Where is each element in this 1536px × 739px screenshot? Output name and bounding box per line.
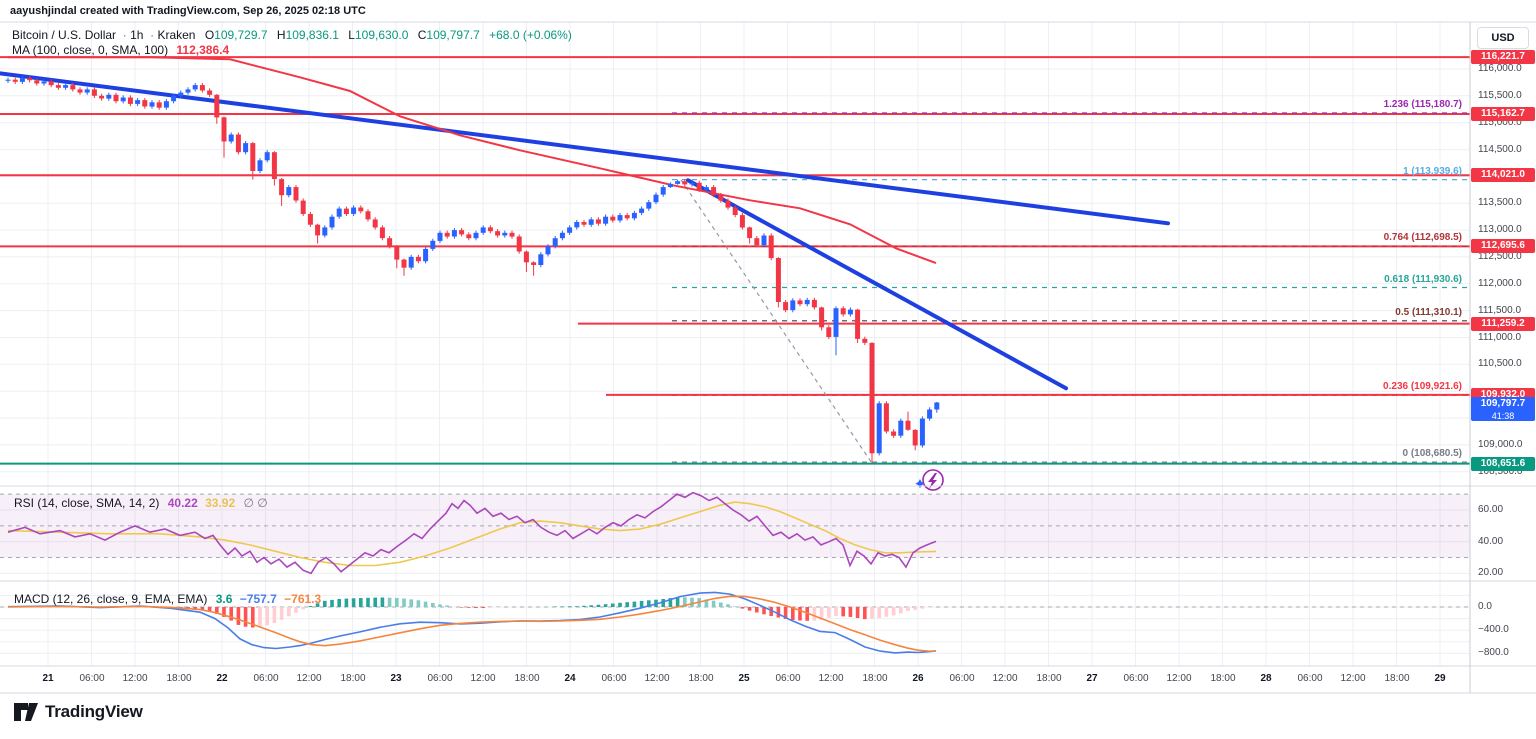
rsi-legend[interactable]: RSI (14, close, SMA, 14, 2) 40.22 33.92 … <box>14 496 268 510</box>
time-axis-day: 23 <box>390 673 402 684</box>
price-badge: 116,221.7 <box>1471 50 1535 64</box>
time-axis-label: 12:00 <box>470 673 496 684</box>
time-axis-label: 12:00 <box>122 673 148 684</box>
fib-label: 1.236 (115,180.7) <box>1383 99 1462 110</box>
time-axis-label: 06:00 <box>1123 673 1149 684</box>
price-axis-tick: 113,500.0 <box>1478 197 1522 208</box>
time-axis-day: 21 <box>42 673 54 684</box>
price-badge: 114,021.0 <box>1471 168 1535 182</box>
time-axis-label: 12:00 <box>992 673 1018 684</box>
tradingview-logo[interactable]: TradingView <box>14 701 143 723</box>
rsi-ma-value: 33.92 <box>205 496 236 510</box>
fib-label: 0.236 (109,921.6) <box>1383 381 1462 392</box>
price-axis-tick: 111,500.0 <box>1478 305 1522 316</box>
time-axis-label: 12:00 <box>644 673 670 684</box>
price-badge: 112,695.6 <box>1471 239 1535 253</box>
tradingview-chart-page: { "watermark": "aayushjindal created wit… <box>0 0 1536 739</box>
high-value: 109,836.1 <box>285 28 339 42</box>
time-axis-label: 06:00 <box>1297 673 1323 684</box>
time-axis-label: 18:00 <box>514 673 540 684</box>
price-badge: 109,797.7 41:38 <box>1471 397 1535 421</box>
low-value: 109,630.0 <box>354 28 409 42</box>
rsi-axis-tick: 40.00 <box>1478 536 1504 547</box>
time-axis-label: 18:00 <box>862 673 888 684</box>
time-axis-label: 18:00 <box>688 673 714 684</box>
macd-axis-tick: −400.0 <box>1478 624 1509 635</box>
macd-axis-tick: −800.0 <box>1478 647 1509 658</box>
time-axis-label: 18:00 <box>166 673 192 684</box>
tradingview-logo-text: TradingView <box>45 702 143 721</box>
rsi-axis-tick: 20.00 <box>1478 567 1504 578</box>
price-axis-tick: 115,500.0 <box>1478 90 1522 101</box>
fib-label: 0 (108,680.5) <box>1402 448 1463 459</box>
price-axis-tick: 116,000.0 <box>1478 63 1522 74</box>
ma100-line[interactable] <box>8 56 937 265</box>
fib-label: 1 (113,939.6) <box>1403 166 1462 177</box>
time-axis-label: 06:00 <box>949 673 975 684</box>
time-axis-label: 12:00 <box>1166 673 1192 684</box>
time-axis-label: 12:00 <box>1340 673 1366 684</box>
grid-price <box>0 68 1470 654</box>
symbol-legend[interactable]: Bitcoin / U.S. Dollar · 1h · Kraken O109… <box>12 28 572 42</box>
macd-legend[interactable]: MACD (12, 26, close, 9, EMA, EMA) 3.6 −7… <box>14 592 321 606</box>
time-axis-label: 18:00 <box>1384 673 1410 684</box>
macd-signal-value: −761.3 <box>284 592 322 606</box>
symbol-title: Bitcoin / U.S. Dollar <box>12 28 117 42</box>
time-axis-label: 06:00 <box>253 673 279 684</box>
close-value: 109,797.7 <box>426 28 480 42</box>
time-axis-label: 12:00 <box>818 673 844 684</box>
time-axis-label: 18:00 <box>1210 673 1236 684</box>
macd-axis-tick: 0.0 <box>1478 601 1492 612</box>
trendlines[interactable] <box>0 71 1170 391</box>
price-badge: 115,162.7 <box>1471 107 1535 121</box>
time-axis-label: 06:00 <box>775 673 801 684</box>
time-axis-label: 18:00 <box>1036 673 1062 684</box>
time-axis-label: 12:00 <box>296 673 322 684</box>
time-axis-label: 06:00 <box>427 673 453 684</box>
time-axis-label: 06:00 <box>601 673 627 684</box>
price-axis-tick: 114,500.0 <box>1478 144 1522 155</box>
lightning-marker[interactable] <box>915 469 944 491</box>
tradingview-logo-icon <box>14 703 38 721</box>
time-axis-label: 18:00 <box>340 673 366 684</box>
price-axis-tick: 112,000.0 <box>1478 278 1522 289</box>
change-value: +68.0 (+0.06%) <box>489 28 572 42</box>
macd-hist-value: 3.6 <box>215 592 233 606</box>
fib-label: 0.618 (111,930.6) <box>1384 274 1462 285</box>
time-axis-day: 28 <box>1260 673 1272 684</box>
price-badge: 111,259.2 <box>1471 317 1535 331</box>
interval-label: 1h <box>130 28 144 42</box>
time-axis-label: 06:00 <box>79 673 105 684</box>
fib-label: 0.5 (111,310.1) <box>1395 307 1462 318</box>
currency-button[interactable]: USD <box>1477 27 1529 49</box>
macd-value: −757.7 <box>239 592 277 606</box>
open-value: 109,729.7 <box>214 28 268 42</box>
price-badge: 108,651.6 <box>1471 457 1535 471</box>
exchange-label: Kraken <box>157 28 196 42</box>
time-axis-day: 25 <box>738 673 750 684</box>
price-axis-tick: 113,000.0 <box>1478 224 1522 235</box>
time-axis-day: 27 <box>1086 673 1098 684</box>
price-axis-tick: 111,000.0 <box>1478 332 1522 343</box>
fib-label: 0.764 (112,698.5) <box>1383 232 1462 243</box>
countdown: 41:38 <box>1491 411 1515 421</box>
time-axis-day: 22 <box>216 673 228 684</box>
rsi-value: 40.22 <box>167 496 198 510</box>
ma-value: 112,386.4 <box>176 43 230 57</box>
price-axis-tick: 109,000.0 <box>1478 439 1523 450</box>
time-axis-day: 29 <box>1434 673 1446 684</box>
time-axis-day: 26 <box>912 673 924 684</box>
ma-legend[interactable]: MA (100, close, 0, SMA, 100) 112,386.4 <box>12 43 229 57</box>
grid-vertical <box>47 22 1441 666</box>
time-axis-day: 24 <box>564 673 576 684</box>
rsi-axis-tick: 60.00 <box>1478 504 1504 515</box>
price-axis-tick: 110,500.0 <box>1478 358 1522 369</box>
